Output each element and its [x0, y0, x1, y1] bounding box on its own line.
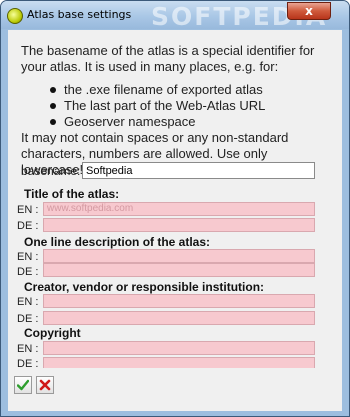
creator-de-label: DE :	[17, 313, 39, 325]
ok-button[interactable]	[14, 376, 32, 394]
basename-label: basename:	[21, 164, 81, 178]
list-item: The last part of the Web-Atlas URL	[50, 98, 265, 114]
bullet-icon	[50, 87, 56, 93]
window-title: Atlas base settings	[27, 8, 132, 21]
button-bar	[8, 368, 342, 411]
list-item: Geoserver namespace	[50, 114, 265, 130]
title-section-heading: Title of the atlas:	[24, 187, 120, 201]
description-en-label: EN :	[17, 251, 39, 263]
dialog-window: Atlas base settings SOFTPEDIA x The base…	[0, 0, 350, 417]
description-de-label: DE :	[17, 266, 39, 278]
description-de-field[interactable]	[43, 263, 315, 277]
copyright-section-heading: Copyright	[24, 326, 81, 340]
bullet-icon	[50, 103, 56, 109]
red-x-icon	[39, 379, 51, 391]
creator-de-field[interactable]	[43, 311, 315, 325]
creator-en-field[interactable]	[43, 294, 315, 308]
app-icon	[7, 8, 23, 24]
title-de-label: DE :	[17, 220, 39, 232]
dialog-content: The basename of the atlas is a special i…	[8, 30, 342, 411]
list-item: the .exe filename of exported atlas	[50, 82, 265, 98]
title-bar[interactable]: Atlas base settings SOFTPEDIA x	[1, 1, 349, 31]
creator-en-label: EN :	[17, 296, 39, 308]
title-de-field[interactable]	[43, 218, 315, 232]
title-en-label: EN :	[17, 204, 39, 216]
intro-text: The basename of the atlas is a special i…	[21, 43, 315, 74]
description-section-heading: One line description of the atlas:	[24, 235, 211, 249]
basename-input[interactable]	[82, 162, 315, 179]
list-item-label: The last part of the Web-Atlas URL	[64, 98, 266, 113]
title-en-field[interactable]: www.softpedia.com	[43, 202, 315, 216]
copyright-en-label: EN :	[17, 343, 39, 355]
usage-list: the .exe filename of exported atlas The …	[50, 82, 265, 130]
list-item-label: the .exe filename of exported atlas	[64, 82, 263, 97]
description-en-field[interactable]	[43, 249, 315, 263]
copyright-en-field[interactable]	[43, 341, 315, 355]
close-button[interactable]: x	[287, 2, 331, 20]
cancel-button[interactable]	[36, 376, 54, 394]
list-item-label: Geoserver namespace	[64, 114, 196, 129]
bullet-icon	[50, 119, 56, 125]
creator-section-heading: Creator, vendor or responsible instituti…	[24, 280, 265, 294]
checkmark-icon	[17, 379, 29, 391]
